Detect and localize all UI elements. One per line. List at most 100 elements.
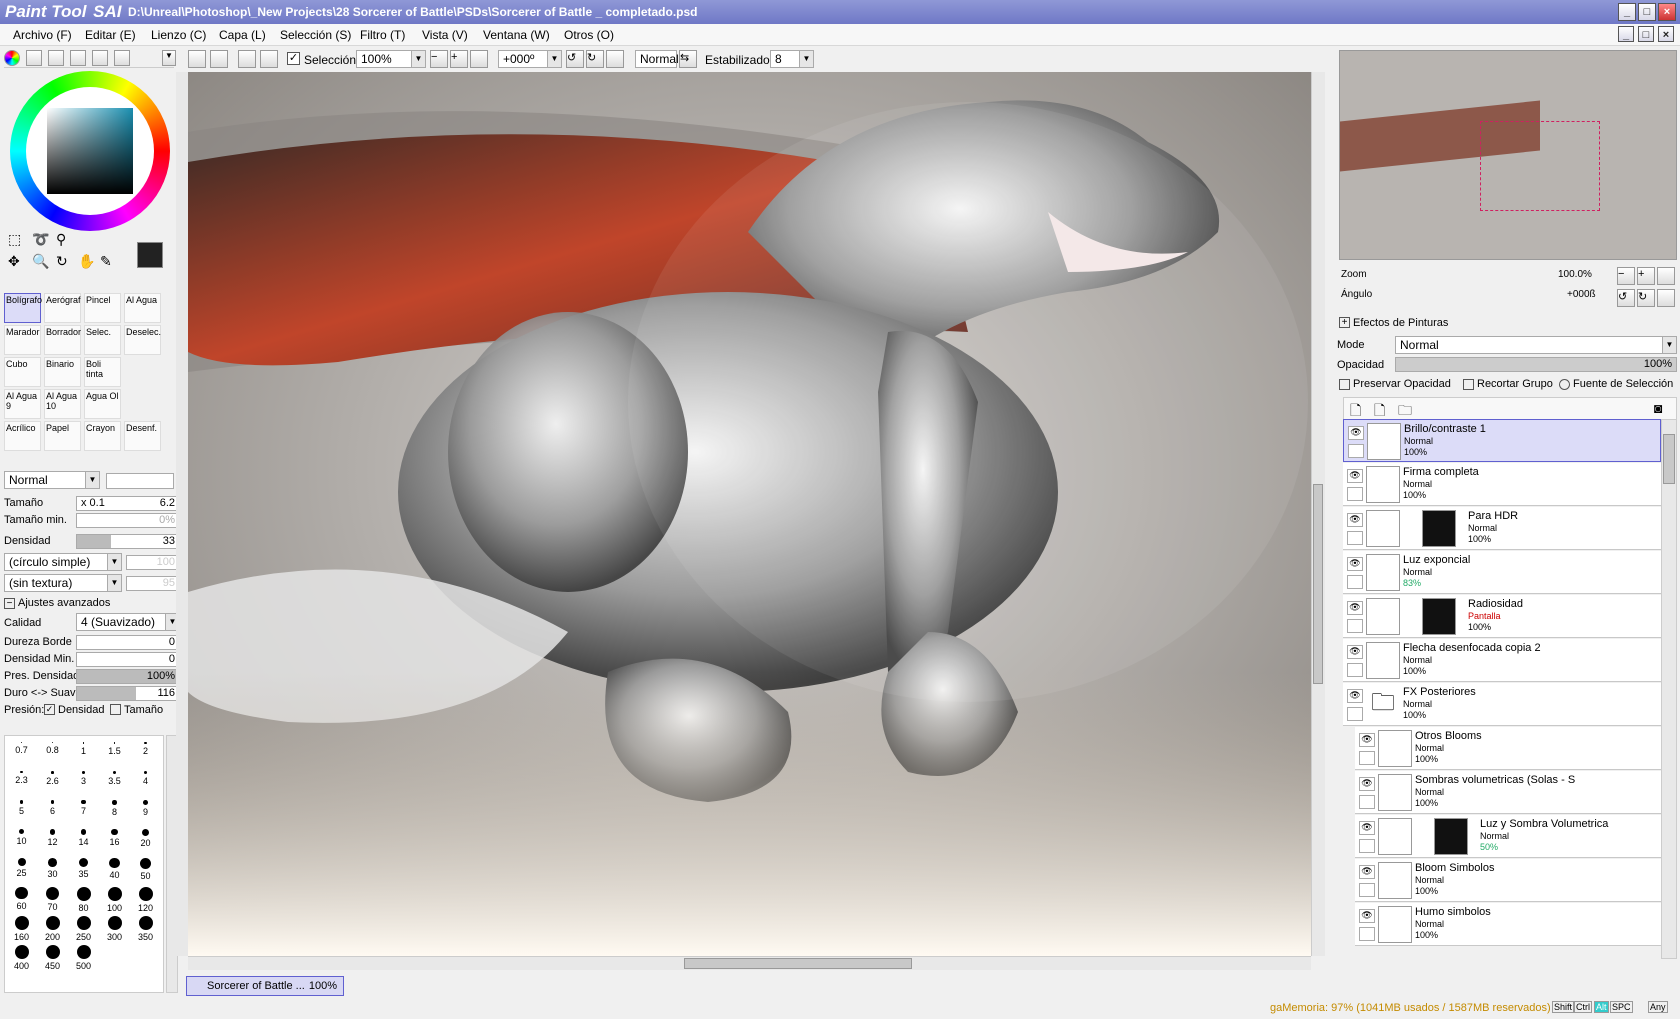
selection-checkbox[interactable]: ✓	[287, 52, 300, 65]
texture-value[interactable]: 95	[126, 576, 180, 591]
document-tab[interactable]: Sorcerer of Battle ... 100%	[186, 976, 344, 996]
brush-size-item[interactable]: 35	[69, 854, 98, 882]
layer-lock-checkbox[interactable]	[1359, 927, 1375, 941]
brush-size-item[interactable]: 16	[100, 825, 129, 853]
visibility-eye-icon[interactable]: 👁	[1348, 426, 1364, 440]
nav-rotate-left-icon[interactable]: ↺	[1617, 289, 1635, 307]
visibility-eye-icon[interactable]: 👁	[1347, 645, 1363, 659]
tool-selec[interactable]: Selec.	[84, 325, 121, 355]
layer-row[interactable]: 👁 Luz exponcial Normal 83%	[1343, 551, 1661, 594]
zoom-select[interactable]: 100% ▼	[356, 50, 426, 68]
layer-lock-checkbox[interactable]	[1359, 883, 1375, 897]
undo-icon[interactable]	[188, 50, 206, 68]
layer-row[interactable]: 👁 Otros Blooms Normal 100%	[1355, 727, 1661, 770]
brush-size-item[interactable]: 10	[7, 825, 36, 853]
brush-size-item[interactable]: 20	[131, 825, 160, 853]
maximize-button[interactable]: □	[1638, 3, 1656, 21]
brush-size-item[interactable]: 9	[131, 796, 160, 824]
redo-icon[interactable]	[210, 50, 228, 68]
layer-scrollbar[interactable]	[1661, 419, 1677, 959]
layer-lock-checkbox[interactable]	[1347, 707, 1363, 721]
tool-aerografo[interactable]: Aerógraf	[44, 293, 81, 323]
rotate-reset-icon[interactable]	[606, 50, 624, 68]
brush-size-item[interactable]: 2.6	[38, 767, 67, 795]
layer-row[interactable]: 👁 Radiosidad Pantalla 100%	[1343, 595, 1661, 638]
tool-marador[interactable]: Marador	[4, 325, 41, 355]
layer-row[interactable]: 👁 Firma completa Normal 100%	[1343, 463, 1661, 506]
quality-select[interactable]: 4 (Suavizado) ▼	[76, 613, 180, 631]
min-size-slider[interactable]: 0%	[76, 513, 180, 528]
brush-size-item[interactable]: 2.3	[7, 767, 36, 795]
brush-size-item[interactable]: 0.7	[7, 738, 36, 766]
rect-select-icon[interactable]: ⬚	[8, 231, 21, 248]
tool-acrilico[interactable]: Acrílico	[4, 421, 41, 451]
menu-vista[interactable]: Vista (V)	[422, 28, 468, 42]
visibility-eye-icon[interactable]: 👁	[1347, 689, 1363, 703]
nav-zoom-reset-icon[interactable]	[1657, 267, 1675, 285]
tool-cubo[interactable]: Cubo	[4, 357, 41, 387]
brush-size-item[interactable]: 25	[7, 854, 36, 882]
hsv-slider-tab-icon[interactable]	[48, 50, 64, 66]
visibility-eye-icon[interactable]: 👁	[1347, 469, 1363, 483]
eyedropper-icon[interactable]: ✎	[100, 253, 112, 270]
nav-rotate-reset-icon[interactable]	[1657, 289, 1675, 307]
doc-minimize-button[interactable]: _	[1618, 26, 1634, 42]
rotate-right-icon[interactable]: ↻	[586, 50, 604, 68]
move-icon[interactable]: ✥	[8, 253, 20, 270]
brush-size-item[interactable]: 100	[100, 883, 129, 913]
brush-size-item[interactable]: 0.8	[38, 738, 67, 766]
brush-size-item[interactable]: 8	[100, 796, 129, 824]
flip-icon[interactable]: ⇆	[679, 50, 697, 68]
close-button[interactable]: ×	[1658, 3, 1676, 21]
lasso-icon[interactable]: ➰	[32, 231, 49, 248]
layer-row[interactable]: 👁 Brillo/contraste 1 Normal 100%	[1343, 419, 1661, 462]
canvas-hscrollbar[interactable]	[188, 956, 1311, 970]
brush-size-item[interactable]: 160	[7, 912, 36, 942]
nav-zoom-in-icon[interactable]: +	[1637, 267, 1655, 285]
zoom-out-icon[interactable]: −	[430, 50, 448, 68]
stabilizer-select[interactable]: 8 ▼	[770, 50, 814, 68]
deselect-icon[interactable]	[238, 50, 256, 68]
rgb-slider-tab-icon[interactable]	[26, 50, 42, 66]
nav-rotate-right-icon[interactable]: ↻	[1637, 289, 1655, 307]
canvas-vscrollbar[interactable]	[1311, 72, 1325, 956]
tool-boli-tinta[interactable]: Boli tinta	[84, 357, 121, 387]
layer-row[interactable]: 👁 Para HDR Normal 100%	[1343, 507, 1661, 550]
brush-size-item[interactable]: 6	[38, 796, 67, 824]
layer-lock-checkbox[interactable]	[1348, 444, 1364, 458]
layer-lock-checkbox[interactable]	[1347, 531, 1363, 545]
zoom-icon[interactable]: 🔍	[32, 253, 49, 270]
brush-size-item[interactable]: 12	[38, 825, 67, 853]
menu-editar[interactable]: Editar (E)	[85, 28, 136, 42]
shape-value[interactable]: 100	[126, 555, 180, 570]
nav-zoom-out-icon[interactable]: −	[1617, 267, 1635, 285]
pressure-density-checkbox[interactable]: ✓	[44, 704, 55, 715]
visibility-eye-icon[interactable]: 👁	[1359, 733, 1375, 747]
menu-seleccion[interactable]: Selección (S)	[280, 28, 351, 42]
layer-lock-checkbox[interactable]	[1347, 619, 1363, 633]
brush-size-item[interactable]: 7	[69, 796, 98, 824]
brush-size-item[interactable]: 3.5	[100, 767, 129, 795]
layer-row[interactable]: 👁 Flecha desenfocada copia 2 Normal 100%	[1343, 639, 1661, 682]
tool-al-agua[interactable]: Al Agua	[124, 293, 161, 323]
hand-icon[interactable]: ✋	[78, 253, 95, 270]
expand-icon[interactable]: +	[1339, 317, 1350, 328]
selection-source-radio[interactable]	[1559, 379, 1570, 390]
brush-size-item[interactable]: 2	[131, 738, 160, 766]
brush-size-item[interactable]: 80	[69, 883, 98, 913]
tool-pincel[interactable]: Pincel	[84, 293, 121, 323]
brush-size-item[interactable]: 1.5	[100, 738, 129, 766]
canvas-artwork[interactable]	[188, 72, 1311, 956]
doc-close-button[interactable]: ×	[1658, 26, 1674, 42]
brush-shape-buttons[interactable]	[106, 473, 174, 489]
tool-desenf[interactable]: Desenf.	[124, 421, 161, 451]
layer-lock-checkbox[interactable]	[1347, 487, 1363, 501]
tool-agua-ol[interactable]: Agua Ol	[84, 389, 121, 419]
layer-row[interactable]: 👁 Luz y Sombra Volumetrica Normal 50%	[1355, 815, 1661, 858]
preserve-opacity-checkbox[interactable]	[1339, 379, 1350, 390]
brush-size-item[interactable]: 200	[38, 912, 67, 942]
shape-select[interactable]: (círculo simple) ▼	[4, 553, 122, 571]
magic-wand-icon[interactable]: ⚲	[56, 231, 66, 248]
swatch-tab-icon[interactable]	[92, 50, 108, 66]
brush-size-item[interactable]: 30	[38, 854, 67, 882]
